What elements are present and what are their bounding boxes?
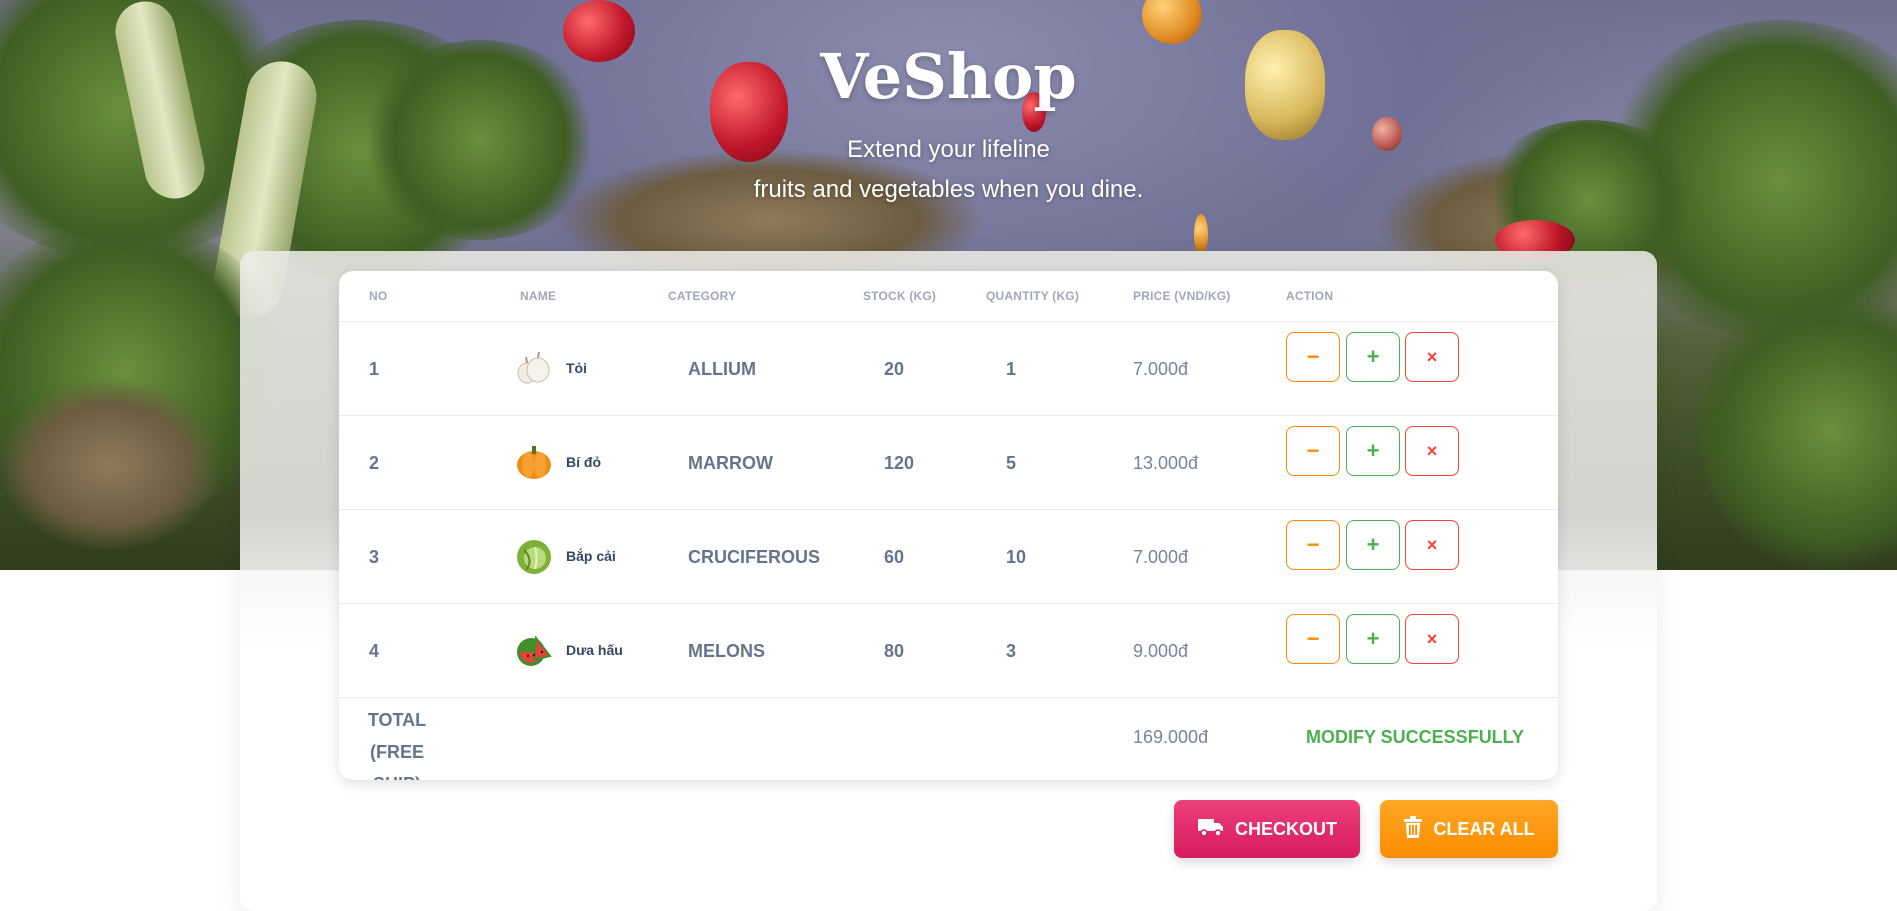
increase-quantity-button[interactable]: + xyxy=(1346,426,1400,476)
close-icon: × xyxy=(1426,628,1438,649)
status-message: MODIFY SUCCESSFULLY xyxy=(1306,727,1525,747)
product-price: 7.000đ xyxy=(1133,359,1189,379)
table-header: NO NAME CATEGORY STOCK (KG) QUANTITY (KG… xyxy=(339,271,1558,322)
decrease-quantity-button[interactable]: − xyxy=(1286,520,1340,570)
product-name-cell: Tỏi xyxy=(514,348,587,388)
column-header-category: CATEGORY xyxy=(668,289,737,303)
product-stock: 20 xyxy=(884,359,905,379)
rock xyxy=(0,380,220,550)
carrot xyxy=(1194,214,1208,254)
remove-item-button[interactable]: × xyxy=(1405,520,1459,570)
checkout-label: CHECKOUT xyxy=(1235,818,1337,839)
total-label: TOTAL (FREE SHIP) xyxy=(347,704,447,780)
decrease-quantity-button[interactable]: − xyxy=(1286,426,1340,476)
product-name-cell: Bí đỏ xyxy=(514,442,601,482)
column-header-action: ACTION xyxy=(1286,289,1334,303)
product-name-cell: Bắp cải xyxy=(514,536,616,576)
plus-icon: + xyxy=(1366,532,1380,557)
table-row: 3 Bắp cải CRUCIFEROUS 60 10 7.000đ − + × xyxy=(339,510,1558,604)
product-category: MARROW xyxy=(688,453,773,473)
watermelon-icon xyxy=(514,630,554,670)
plus-icon: + xyxy=(1366,438,1380,463)
product-category: CRUCIFEROUS xyxy=(688,547,821,567)
remove-item-button[interactable]: × xyxy=(1405,332,1459,382)
product-quantity: 10 xyxy=(1006,547,1027,567)
decrease-quantity-button[interactable]: − xyxy=(1286,332,1340,382)
remove-item-button[interactable]: × xyxy=(1405,426,1459,476)
product-name: Dưa hấu xyxy=(566,642,623,658)
product-price: 9.000đ xyxy=(1133,641,1189,661)
minus-icon: − xyxy=(1306,344,1320,369)
row-number: 2 xyxy=(369,453,380,473)
table-row: 2 Bí đỏ MARROW 120 5 13.000đ − + × xyxy=(339,416,1558,510)
column-header-stock: STOCK (KG) xyxy=(863,289,937,303)
increase-quantity-button[interactable]: + xyxy=(1346,332,1400,382)
product-quantity: 5 xyxy=(1006,453,1017,473)
decrease-quantity-button[interactable]: − xyxy=(1286,614,1340,664)
increase-quantity-button[interactable]: + xyxy=(1346,520,1400,570)
minus-icon: − xyxy=(1306,626,1320,651)
minus-icon: − xyxy=(1306,532,1320,557)
plus-icon: + xyxy=(1366,626,1380,651)
tagline-line-2: fruits and vegetables when you dine. xyxy=(753,176,1144,203)
minus-icon: − xyxy=(1306,438,1320,463)
row-number: 1 xyxy=(369,359,380,379)
product-stock: 80 xyxy=(884,641,905,661)
truck-icon xyxy=(1197,816,1225,843)
product-stock: 60 xyxy=(884,547,905,567)
total-row: TOTAL (FREE SHIP) 169.000đ MODIFY SUCCES… xyxy=(339,694,1558,780)
column-header-quantity: QUANTITY (KG) xyxy=(986,289,1080,303)
product-name: Bắp cải xyxy=(566,548,616,564)
clear-all-label: CLEAR ALL xyxy=(1433,818,1535,839)
row-number: 3 xyxy=(369,547,380,567)
close-icon: × xyxy=(1426,346,1438,367)
pumpkin-icon xyxy=(514,442,554,482)
total-label-line-1: TOTAL xyxy=(367,710,427,730)
product-category: MELONS xyxy=(688,641,766,661)
table-row: 4 Dưa hấu MELONS 80 3 9.000đ − + × xyxy=(339,604,1558,698)
cabbage-icon xyxy=(514,536,554,576)
brand-title: VeShop xyxy=(820,40,1077,113)
product-name-cell: Dưa hấu xyxy=(514,630,623,670)
column-header-price: PRICE (VND/KG) xyxy=(1133,289,1231,303)
close-icon: × xyxy=(1426,440,1438,461)
product-category: ALLIUM xyxy=(688,359,756,379)
total-label-line-2: (FREE SHIP) xyxy=(370,742,424,780)
column-header-no: NO xyxy=(369,289,388,303)
tagline-line-1: Extend your lifeline xyxy=(847,136,1050,163)
total-price: 169.000đ xyxy=(1133,727,1209,747)
product-name: Bí đỏ xyxy=(566,454,601,470)
close-icon: × xyxy=(1426,534,1438,555)
table-row: 1 Tỏi ALLIUM 20 1 7.000đ − + × xyxy=(339,322,1558,416)
plus-icon: + xyxy=(1366,344,1380,369)
remove-item-button[interactable]: × xyxy=(1405,614,1459,664)
row-number: 4 xyxy=(369,641,380,661)
cart-table: NO NAME CATEGORY STOCK (KG) QUANTITY (KG… xyxy=(339,271,1558,780)
product-stock: 120 xyxy=(884,453,915,473)
product-price: 13.000đ xyxy=(1133,453,1199,473)
garlic-icon xyxy=(514,348,554,388)
clear-all-button[interactable]: CLEAR ALL xyxy=(1380,800,1558,858)
orange-balloon xyxy=(1142,0,1202,44)
product-quantity: 3 xyxy=(1006,641,1017,661)
product-quantity: 1 xyxy=(1006,359,1017,379)
product-price: 7.000đ xyxy=(1133,547,1189,567)
column-header-name: NAME xyxy=(520,289,557,303)
increase-quantity-button[interactable]: + xyxy=(1346,614,1400,664)
trash-icon xyxy=(1403,815,1423,843)
checkout-button[interactable]: CHECKOUT xyxy=(1174,800,1360,858)
product-name: Tỏi xyxy=(566,360,587,376)
